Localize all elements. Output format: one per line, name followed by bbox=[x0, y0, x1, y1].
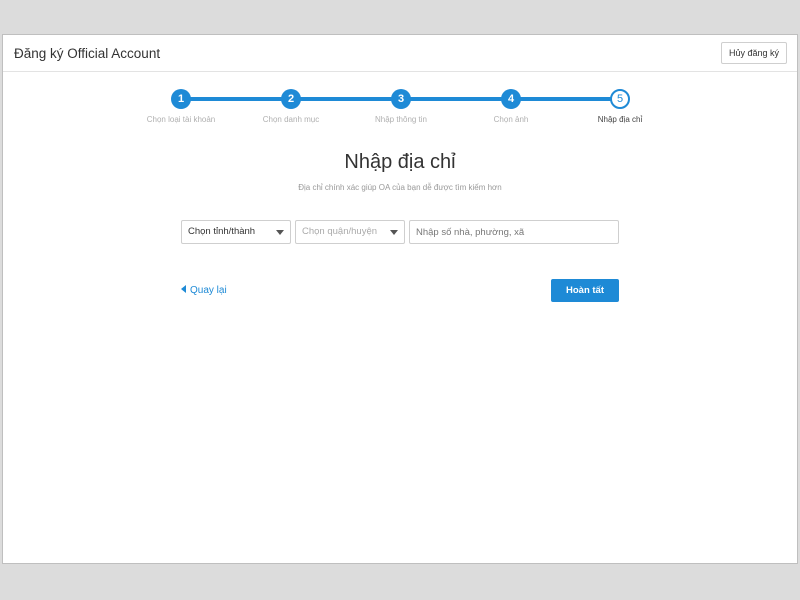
finish-button[interactable]: Hoàn tất bbox=[551, 279, 619, 302]
back-link-label: Quay lại bbox=[190, 285, 227, 296]
step-1-label: Chọn loại tài khoản bbox=[146, 115, 216, 124]
back-link[interactable]: Quay lại bbox=[181, 285, 227, 296]
chevron-down-icon bbox=[390, 230, 398, 235]
chevron-down-icon bbox=[276, 230, 284, 235]
step-3-label: Nhập thông tin bbox=[374, 115, 428, 124]
step-4-circle: 4 bbox=[501, 89, 521, 109]
step-2-label: Chọn danh mục bbox=[262, 115, 320, 124]
step-1-circle: 1 bbox=[171, 89, 191, 109]
province-select-value: Chọn tỉnh/thành bbox=[188, 226, 256, 237]
page-title: Nhập địa chỉ bbox=[344, 151, 456, 173]
progress-stepper: 1 2 3 4 5 Chọn loại tài khoản Chọn danh … bbox=[3, 35, 797, 135]
step-5-circle: 5 bbox=[610, 89, 630, 109]
registration-window: Đăng ký Official Account Hủy đăng ký 1 2… bbox=[2, 34, 798, 564]
step-5-label: Nhập địa chỉ bbox=[597, 115, 643, 124]
address-input[interactable] bbox=[409, 220, 619, 244]
district-select[interactable]: Chọn quận/huyện bbox=[295, 220, 405, 244]
chevron-left-icon bbox=[181, 285, 186, 294]
step-4-label: Chọn ảnh bbox=[493, 115, 529, 124]
page-subtitle: Địa chỉ chính xác giúp OA của bạn dễ đượ… bbox=[298, 183, 502, 192]
step-3-circle: 3 bbox=[391, 89, 411, 109]
district-select-value: Chọn quận/huyện bbox=[302, 226, 378, 237]
step-2-circle: 2 bbox=[281, 89, 301, 109]
province-select[interactable]: Chọn tỉnh/thành bbox=[181, 220, 291, 244]
